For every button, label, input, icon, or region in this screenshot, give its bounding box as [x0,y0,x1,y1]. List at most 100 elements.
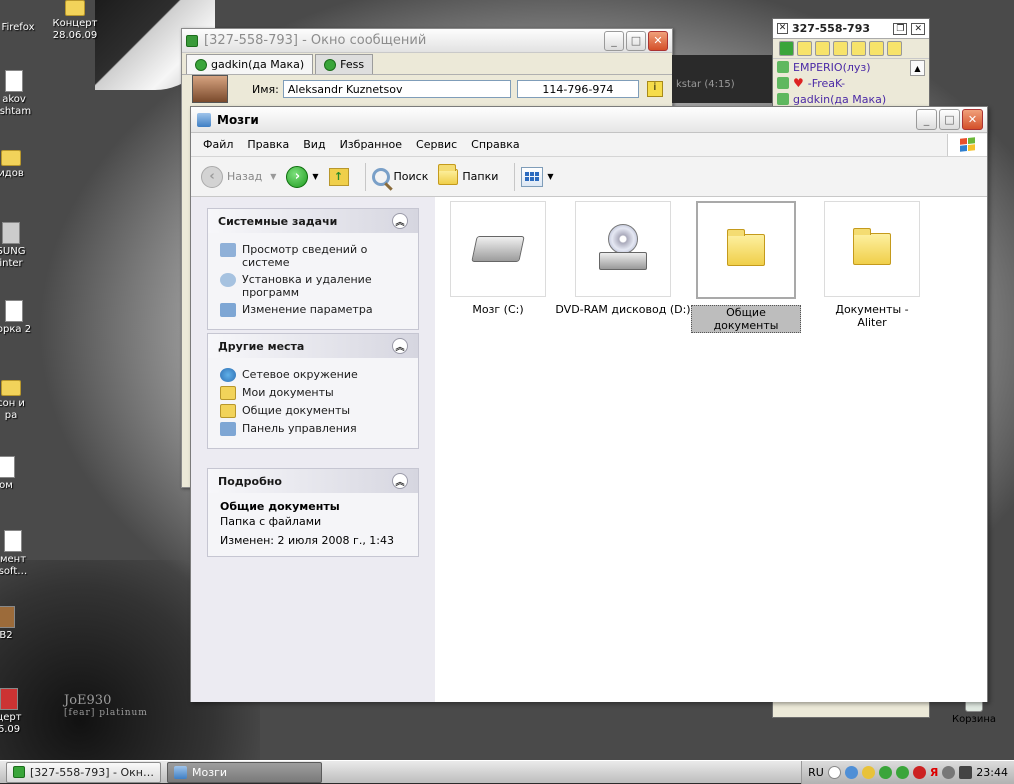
item-thumbnail [824,201,920,297]
taskbar-explorer[interactable]: Мозги [167,761,322,783]
place-my-documents[interactable]: Мои документы [220,386,408,400]
tray-expand-icon[interactable] [827,765,841,779]
desktop-icon-label: церт 6.09 [0,712,22,735]
desktop-icon-folder-2[interactable]: сон и ра [0,380,28,422]
security-tray-icon[interactable] [861,765,875,779]
minimize-button[interactable]: _ [916,109,937,130]
system-tasks-header[interactable]: Системные задачи ︽ [208,209,418,233]
system-tray: RU Я 23:44 [801,760,1014,784]
desktop-icon-archive[interactable]: B2 [0,606,18,642]
folder-documents-aliter[interactable]: Документы - Aliter [817,201,927,329]
minimize-button[interactable]: _ [604,30,624,51]
explorer-window[interactable]: Мозги _ □ ✕ Файл Правка Вид Избранное Се… [190,106,988,702]
user-info-icon[interactable]: i [646,81,663,97]
explorer-titlebar[interactable]: Мозги _ □ ✕ [191,107,987,133]
menu-favorites[interactable]: Избранное [340,138,402,151]
close-button[interactable]: ✕ [648,30,668,51]
desktop-icon-firefox[interactable]: Firefox [0,22,38,34]
message-window-titlebar[interactable]: [327-558-793] - Окно сообщений _ □ ✕ [182,29,672,53]
menu-view[interactable]: Вид [303,138,325,151]
drive-d[interactable]: DVD-RAM дисковод (D:) [553,201,693,316]
tab-gadkin[interactable]: gadkin(да Мака) [186,54,314,74]
task-view-system-info[interactable]: Просмотр сведений о системе [220,243,408,269]
close-button[interactable]: ✕ [962,109,983,130]
antivirus-tray-icon[interactable] [912,765,926,779]
menu-file[interactable]: Файл [203,138,233,151]
display-tray-icon[interactable] [959,765,973,779]
views-icon [521,166,544,187]
clock[interactable]: 23:44 [976,766,1008,779]
up-folder-button[interactable]: ↑ [328,167,349,186]
bell-icon[interactable] [815,41,830,56]
item-label: Документы - Aliter [835,303,909,329]
desktop-icon-folder[interactable]: идов [0,150,28,180]
place-shared-documents[interactable]: Общие документы [220,404,408,418]
desktop-icon-label: орка 2 [0,324,32,335]
folder-icon [65,0,85,16]
network-icon [220,368,236,382]
icq-tray-icon-2[interactable] [895,765,909,779]
desktop-icon-concert-2[interactable]: церт 6.09 [0,688,24,736]
close-button[interactable]: ✕ [911,22,925,35]
scroll-up-button[interactable]: ▲ [910,60,925,76]
place-label: Мои документы [242,386,334,399]
face-icon[interactable] [833,41,848,56]
history-icon[interactable] [851,41,866,56]
name-field[interactable]: Aleksandr Kuznetsov [282,80,511,98]
tab-fess[interactable]: Fess [315,54,374,74]
contact-list-titlebar[interactable]: ✕ 327-558-793 ❐ ✕ [773,19,929,39]
menu-tools[interactable]: Сервис [416,138,457,151]
views-button[interactable]: ▼ [521,166,554,187]
maximize-button[interactable]: □ [626,30,646,51]
collapse-icon[interactable]: ︽ [392,473,408,489]
contact-item[interactable]: gadkin(да Мака) [777,91,925,107]
desktop-icon-concert[interactable]: Концерт 28.06.09 [46,0,104,42]
folders-icon [438,163,459,185]
desktop-icon-document[interactable]: akov ishtam [0,70,34,118]
place-control-panel[interactable]: Панель управления [220,422,408,436]
collapse-icon[interactable]: ︽ [392,213,408,229]
other-places-header[interactable]: Другие места ︽ [208,334,418,358]
close-icon[interactable]: ✕ [777,23,788,34]
volume-tray-icon[interactable] [942,765,956,779]
info-icon[interactable] [887,41,902,56]
network-tray-icon[interactable] [844,765,858,779]
task-add-remove-programs[interactable]: Установка и удаление программ [220,273,408,299]
desktop-icon-shortcut[interactable]: орка 2 [0,300,34,336]
windows-logo-icon [947,133,987,156]
group-icon[interactable] [797,41,812,56]
forward-button[interactable]: › ▼ [286,165,319,188]
desktop-icon-printer[interactable]: SUNG inter [0,222,28,270]
place-network[interactable]: Сетевое окружение [220,368,408,382]
taskbar-message-window[interactable]: [327-558-793] - Окн… [6,761,161,783]
message-app-icon [13,766,25,778]
maximize-button[interactable]: □ [939,109,960,130]
collapse-icon[interactable]: ︽ [392,338,408,354]
item-thumbnail [575,201,671,297]
desktop-icon-label: идов [0,168,24,179]
media-player-mini[interactable]: kstar (4:15) [672,55,772,103]
details-header[interactable]: Подробно ︽ [208,469,418,493]
language-indicator[interactable]: RU [808,766,824,779]
system-info-icon [220,243,236,257]
search-button[interactable]: Поиск [371,167,428,186]
icq-tray-icon[interactable] [878,765,892,779]
yandex-tray-icon[interactable]: Я [930,766,938,779]
desktop-icon-file[interactable]: ом [0,456,18,492]
menu-edit[interactable]: Правка [247,138,289,151]
task-label: Изменение параметра [242,303,373,316]
tools-icon[interactable] [869,41,884,56]
desktop-icon-word-doc[interactable]: мент soft… [0,530,32,578]
menu-help[interactable]: Справка [471,138,519,151]
contact-item[interactable]: EMPERIO(луз) [777,59,925,75]
folder-shared-documents[interactable]: Общие документы [691,201,801,333]
task-change-setting[interactable]: Изменение параметра [220,303,408,317]
contact-item[interactable]: ♥ -FreaK- [777,75,925,91]
restore-button[interactable]: ❐ [893,22,908,35]
details-name: Общие документы [220,500,340,513]
drive-c[interactable]: Мозг (C:) [443,201,553,316]
folders-button[interactable]: Папки [438,163,498,185]
status-icon[interactable] [779,41,794,56]
back-button[interactable]: ‹ Назад ▼ [201,165,276,188]
uin-field[interactable]: 114-796-974 [516,80,639,98]
